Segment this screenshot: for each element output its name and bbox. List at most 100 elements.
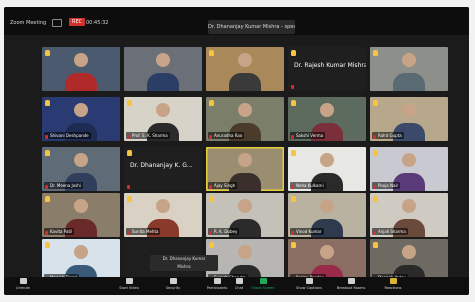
raised-hand-icon: [45, 150, 50, 156]
raised-hand-icon: [127, 100, 132, 106]
participant-tile[interactable]: Sakshi Verma: [288, 97, 366, 141]
muted-mic-icon: [209, 231, 212, 235]
video-camera-icon: [125, 278, 133, 284]
participant-tile[interactable]: Neha Kulkarni: [288, 147, 366, 191]
muted-mic-icon: [373, 231, 376, 235]
participant-name: Pooja Nair: [372, 182, 401, 189]
muted-mic-icon: [45, 185, 48, 189]
start-video-button[interactable]: Start Video: [112, 278, 146, 294]
raised-hand-icon: [373, 196, 378, 202]
reactions-icon: [389, 278, 397, 284]
zoom-window: Zoom Meeting REC 00:45:32 Dr. Dhananjay …: [4, 7, 469, 295]
raised-hand-icon: [373, 242, 378, 248]
caption-line-1: Dr. Dhananjay Kumar: [162, 256, 206, 261]
participant-tile[interactable]: Vinod Kumar: [288, 193, 366, 237]
participant-head: [238, 153, 252, 167]
participant-tile[interactable]: Pooja Nair: [370, 147, 448, 191]
raised-hand-icon: [373, 100, 378, 106]
participant-head: [74, 103, 88, 117]
participant-body: [393, 73, 425, 91]
participant-tile[interactable]: Anjali Sharma: [370, 193, 448, 237]
participant-tile[interactable]: [42, 47, 120, 91]
participant-head: [74, 245, 88, 259]
breakout-rooms-button[interactable]: Breakout Rooms: [334, 278, 368, 294]
participant-head: [156, 103, 170, 117]
unmute-button[interactable]: Unmute: [6, 278, 40, 294]
meeting-toolbar: Unmute Start Video Security Participants Cha…: [4, 277, 469, 295]
raised-hand-icon: [291, 150, 296, 156]
muted-mic-icon: [291, 85, 294, 89]
raised-hand-icon: [373, 50, 378, 56]
participant-head: [320, 103, 334, 117]
raised-hand-icon: [209, 196, 214, 202]
security-button[interactable]: Security: [156, 278, 190, 294]
muted-mic-icon: [209, 185, 212, 189]
participant-video: [206, 47, 284, 91]
toolbar-label: Breakout Rooms: [336, 286, 366, 290]
participant-head: [402, 245, 416, 259]
participant-tile[interactable]: [206, 47, 284, 91]
raised-hand-icon: [209, 100, 214, 106]
participant-tile[interactable]: Dr. Meena Joshi: [42, 147, 120, 191]
participant-tile[interactable]: [124, 47, 202, 91]
muted-mic-icon: [45, 231, 48, 235]
participant-head: [238, 53, 252, 67]
muted-mic-icon: [373, 135, 376, 139]
participant-video: [124, 47, 202, 91]
raised-hand-icon: [127, 196, 132, 202]
people-icon: [213, 278, 221, 284]
participant-head: [320, 245, 334, 259]
show-captions-button[interactable]: Show Captions: [292, 278, 326, 294]
reactions-button[interactable]: Reactions: [376, 278, 410, 294]
participant-tile[interactable]: Sunita Mehta: [124, 193, 202, 237]
muted-mic-icon: [291, 185, 294, 189]
participant-display-name: Dr. Dhananjay K. G...: [130, 162, 193, 169]
raised-hand-icon: [45, 196, 50, 202]
participant-tile[interactable]: R. K. Dubey: [206, 193, 284, 237]
toolbar-label: Unmute: [16, 286, 30, 290]
participant-head: [402, 53, 416, 67]
raised-hand-icon: [127, 150, 132, 156]
participant-head: [238, 199, 252, 213]
raised-hand-icon: [45, 100, 50, 106]
microphone-icon: [19, 278, 27, 284]
muted-mic-icon: [291, 231, 294, 235]
participant-head: [402, 153, 416, 167]
muted-mic-icon: [209, 135, 212, 139]
participant-tile[interactable]: Dr. Rajesh Kumar Mishra: [288, 47, 366, 91]
participant-tile[interactable]: Kavita Patil: [42, 193, 120, 237]
raised-hand-icon: [209, 50, 214, 56]
participant-head: [74, 199, 88, 213]
share-screen-button[interactable]: Share Screen: [246, 278, 280, 294]
participant-tile[interactable]: [370, 47, 448, 91]
participant-tile[interactable]: Prof. S. K. Sharma: [124, 97, 202, 141]
participant-tile[interactable]: Rohit Gupta: [370, 97, 448, 141]
muted-mic-icon: [127, 231, 130, 235]
participant-head: [238, 103, 252, 117]
participant-name: Kavita Patil: [44, 228, 75, 235]
participant-head: [402, 103, 416, 117]
participant-name: Vinod Kumar: [290, 228, 324, 235]
participant-head: [402, 199, 416, 213]
raised-hand-icon: [291, 242, 296, 248]
participant-head: [238, 245, 252, 259]
participant-grid: Dr. Rajesh Kumar Mishra Shivani Deshpande…: [4, 7, 469, 295]
participant-body: [229, 73, 261, 91]
participant-name: Anuradha Rao: [208, 132, 245, 139]
muted-mic-icon: [291, 135, 294, 139]
participant-tile[interactable]: Dr. Dhananjay K. G...: [124, 147, 202, 191]
toolbar-label: Security: [165, 286, 181, 290]
caption-line-2: Mishra: [177, 264, 191, 269]
participant-tile[interactable]: Ajay Singh: [206, 147, 284, 191]
participant-head: [320, 153, 334, 167]
toolbar-label: Start Video: [119, 286, 139, 290]
toolbar-label: Reactions: [384, 286, 402, 290]
toolbar-label: Show Captions: [296, 286, 322, 290]
muted-mic-icon: [127, 135, 130, 139]
participant-name: Neha Kulkarni: [290, 182, 326, 189]
participant-name: Prof. S. K. Sharma: [126, 132, 170, 139]
muted-mic-icon: [373, 185, 376, 189]
participant-head: [156, 53, 170, 67]
participant-tile[interactable]: Anuradha Rao: [206, 97, 284, 141]
participant-tile[interactable]: Shivani Deshpande: [42, 97, 120, 141]
